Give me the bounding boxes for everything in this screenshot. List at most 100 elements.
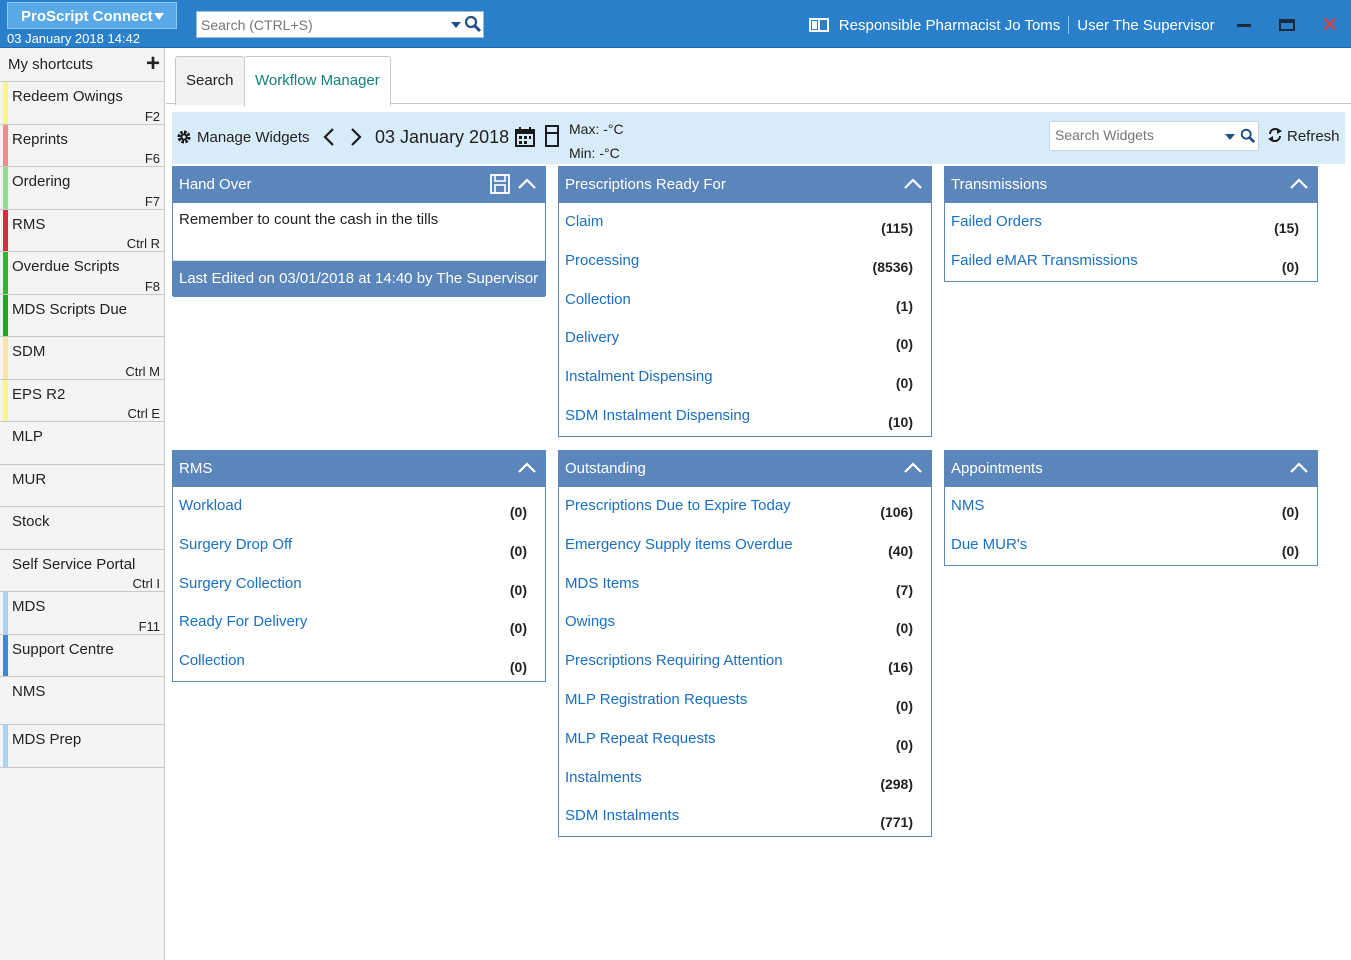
chevron-up-icon[interactable] xyxy=(903,178,923,190)
widget-link[interactable]: Collection xyxy=(179,652,245,669)
widget-count: (8536) xyxy=(872,258,913,275)
widget-link[interactable]: Instalment Dispensing xyxy=(565,368,713,385)
tab-search[interactable]: Search xyxy=(175,56,245,105)
widget-link[interactable]: SDM Instalments xyxy=(565,807,679,824)
handover-last-edited: Last Edited on 03/01/2018 at 14:40 by Th… xyxy=(173,261,545,297)
global-search-input[interactable] xyxy=(201,15,441,35)
chevron-up-icon[interactable] xyxy=(517,462,537,474)
widget-link[interactable]: Delivery xyxy=(565,329,619,346)
calendar-icon[interactable] xyxy=(515,127,535,147)
widget-header: RMS xyxy=(173,451,545,487)
shortcut-support-centre[interactable]: Support Centre xyxy=(0,634,164,677)
widget-search[interactable] xyxy=(1049,121,1259,151)
widget-link[interactable]: Owings xyxy=(565,613,615,630)
shortcut-sdm[interactable]: SDM Ctrl M xyxy=(0,337,164,380)
global-search[interactable] xyxy=(196,11,484,38)
shortcuts-sidebar: My shortcuts + Redeem Owings F2 Reprints F6… xyxy=(0,48,165,960)
refresh-button[interactable]: Refresh xyxy=(1267,127,1340,145)
widget-link[interactable]: Claim xyxy=(565,213,603,230)
close-icon[interactable]: ✕ xyxy=(1321,14,1339,36)
current-user[interactable]: User The Supervisor xyxy=(1077,17,1214,34)
search-icon[interactable] xyxy=(1240,128,1256,144)
widget-link[interactable]: Failed Orders xyxy=(951,213,1042,230)
widget-row: Prescriptions Due to Expire Today (106) xyxy=(559,487,931,526)
chevron-right-icon[interactable] xyxy=(349,127,363,147)
chevron-up-icon[interactable] xyxy=(1289,178,1309,190)
search-dropdown-icon[interactable] xyxy=(451,22,461,28)
shortcut-color-bar xyxy=(3,725,8,767)
shortcut-color-bar xyxy=(3,82,8,124)
shortcut-label: MDS xyxy=(12,598,46,615)
widget-link[interactable]: Instalments xyxy=(565,769,642,786)
shortcut-mds[interactable]: MDS F11 xyxy=(0,592,164,635)
widget-link[interactable]: SDM Instalment Dispensing xyxy=(565,407,750,424)
chevron-up-icon[interactable] xyxy=(1289,462,1309,474)
widget-row: Due MUR's (0) xyxy=(945,526,1317,565)
widget-row: Failed eMAR Transmissions (0) xyxy=(945,242,1317,281)
widget-link[interactable]: MLP Registration Requests xyxy=(565,691,747,708)
fridge-temperature: Max: -°C Min: -°C xyxy=(569,117,624,165)
widget-header: Appointments xyxy=(945,451,1317,487)
widget-link[interactable]: MLP Repeat Requests xyxy=(565,730,716,747)
widget-link[interactable]: NMS xyxy=(951,497,984,514)
search-icon[interactable] xyxy=(464,15,482,33)
add-shortcut-icon[interactable]: + xyxy=(146,48,160,80)
widget-link[interactable]: Surgery Collection xyxy=(179,575,302,592)
widget-link[interactable]: Emergency Supply items Overdue xyxy=(565,536,793,553)
shortcut-stock[interactable]: Stock xyxy=(0,507,164,550)
minimize-icon[interactable] xyxy=(1236,23,1251,27)
gear-icon[interactable] xyxy=(176,129,192,145)
shortcut-label: NMS xyxy=(12,683,46,700)
widget-title: Hand Over xyxy=(179,176,252,193)
widget-search-input[interactable] xyxy=(1055,127,1215,143)
save-icon[interactable] xyxy=(490,174,510,194)
tab-label: Search xyxy=(186,72,234,89)
shortcut-redeem-owings[interactable]: Redeem Owings F2 xyxy=(0,82,164,125)
fridge-icon[interactable] xyxy=(545,125,559,147)
tab-workflow-manager[interactable]: Workflow Manager xyxy=(244,56,391,106)
handover-note[interactable]: Remember to count the cash in the tills xyxy=(173,203,545,261)
chevron-down-icon[interactable] xyxy=(1225,134,1235,140)
shortcut-mds-scripts-due[interactable]: MDS Scripts Due xyxy=(0,294,164,337)
shortcut-overdue-scripts[interactable]: Overdue Scripts F8 xyxy=(0,252,164,295)
chevron-left-icon[interactable] xyxy=(322,127,336,147)
chevron-up-icon[interactable] xyxy=(903,462,923,474)
widget-link[interactable]: Collection xyxy=(565,291,631,308)
widget-link[interactable]: Prescriptions Due to Expire Today xyxy=(565,497,791,514)
shortcut-mlp[interactable]: MLP xyxy=(0,422,164,465)
widget-count: (0) xyxy=(895,736,913,753)
shortcut-self-service-portal[interactable]: Self Service Portal Ctrl I xyxy=(0,549,164,592)
chevron-up-icon[interactable] xyxy=(517,178,537,190)
widget-count: (1) xyxy=(895,297,913,314)
shortcut-mds-prep[interactable]: MDS Prep xyxy=(0,725,164,768)
max-temperature: Max: -°C xyxy=(569,121,624,137)
widget-link[interactable]: Ready For Delivery xyxy=(179,613,307,630)
shortcut-hotkey: F7 xyxy=(144,193,160,209)
widget-link[interactable]: Processing xyxy=(565,252,639,269)
shortcut-label: Redeem Owings xyxy=(12,88,123,105)
widget-link[interactable]: Workload xyxy=(179,497,242,514)
widget-count: (0) xyxy=(895,697,913,714)
widget-title: RMS xyxy=(179,460,213,477)
widget-link[interactable]: Due MUR's xyxy=(951,536,1027,553)
shortcut-ordering[interactable]: Ordering F7 xyxy=(0,167,164,210)
widget-count: (0) xyxy=(895,375,913,392)
widget-link[interactable]: Surgery Drop Off xyxy=(179,536,292,553)
shortcut-hotkey: Ctrl M xyxy=(125,363,160,379)
shortcut-reprints[interactable]: Reprints F6 xyxy=(0,124,164,167)
widget-link[interactable]: MDS Items xyxy=(565,575,639,592)
widget-row: Prescriptions Requiring Attention (16) xyxy=(559,642,931,681)
widget-link[interactable]: Prescriptions Requiring Attention xyxy=(565,652,783,669)
app-menu-button[interactable]: ProScript Connect xyxy=(7,2,177,29)
maximize-icon[interactable] xyxy=(1278,19,1295,31)
shortcut-label: Self Service Portal xyxy=(12,555,136,573)
book-icon[interactable] xyxy=(808,17,829,33)
widget-row: MLP Registration Requests (0) xyxy=(559,681,931,720)
shortcut-mur[interactable]: MUR xyxy=(0,464,164,507)
widget-link[interactable]: Failed eMAR Transmissions xyxy=(951,252,1138,269)
responsible-pharmacist[interactable]: Responsible Pharmacist Jo Toms xyxy=(839,17,1060,34)
manage-widgets-button[interactable]: Manage Widgets xyxy=(197,129,310,146)
shortcut-rms[interactable]: RMS Ctrl R xyxy=(0,209,164,252)
shortcut-nms[interactable]: NMS xyxy=(0,677,164,725)
shortcut-eps-r2[interactable]: EPS R2 Ctrl E xyxy=(0,379,164,422)
